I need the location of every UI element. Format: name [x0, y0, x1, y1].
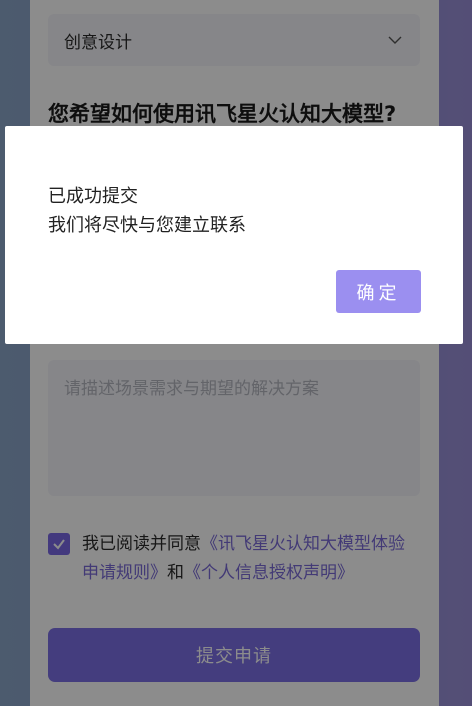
dialog-title: 已成功提交 — [48, 186, 138, 207]
success-dialog: 已成功提交 我们将尽快与您建立联系 确定 — [5, 126, 463, 344]
dialog-message: 我们将尽快与您建立联系 — [48, 215, 246, 236]
confirm-button[interactable]: 确定 — [336, 270, 421, 313]
modal-overlay[interactable] — [0, 0, 472, 706]
